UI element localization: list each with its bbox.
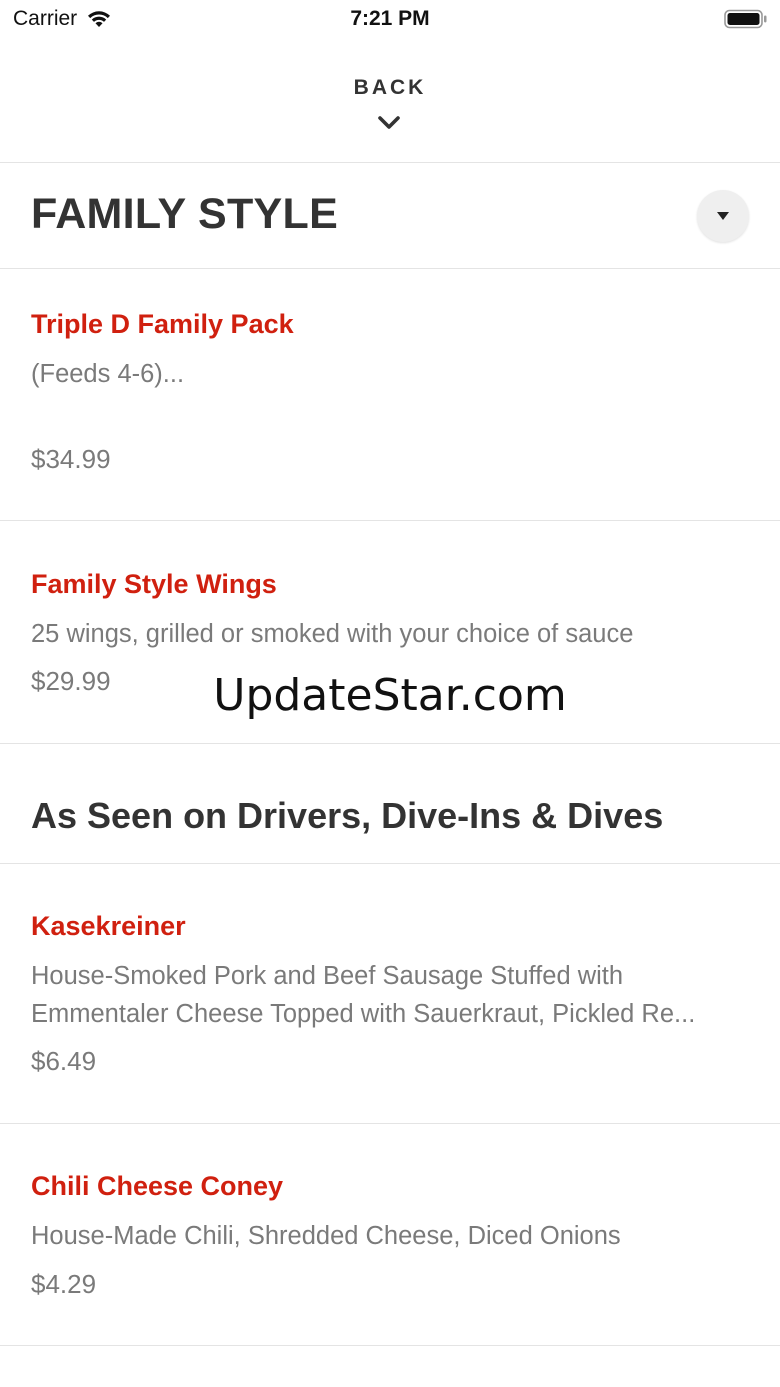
caret-down-icon [717, 212, 729, 220]
item-description-line: House-Smoked Pork and Beef Sausage Stuff… [31, 962, 624, 990]
item-name[interactable]: Chili Cheese Coney [31, 1171, 283, 1202]
item-name[interactable]: Triple D Family Pack [31, 309, 294, 340]
divider [0, 520, 780, 521]
battery-icon [724, 9, 767, 29]
chevron-down-icon [378, 116, 400, 129]
item-description: House-Smoked Pork and Beef Sausage Stuff… [31, 957, 746, 1033]
item-name[interactable]: Family Style Wings [31, 569, 277, 600]
back-label: BACK [353, 76, 427, 99]
item-description: 25 wings, grilled or smoked with your ch… [31, 620, 634, 648]
item-price: $6.49 [31, 1046, 97, 1076]
item-price: $4.29 [31, 1269, 97, 1299]
item-description-line: Emmentaler Cheese Topped with Sauerkraut… [31, 1000, 696, 1028]
divider [0, 162, 780, 163]
item-description: House-Made Chili, Shredded Cheese, Diced… [31, 1222, 621, 1250]
divider [0, 268, 780, 269]
status-time: 7:21 PM [350, 7, 430, 30]
watermark: UpdateStar.com [213, 670, 567, 721]
item-name[interactable]: Kasekreiner [31, 911, 186, 942]
divider [0, 863, 780, 864]
item-description: (Feeds 4-6)... [31, 360, 185, 388]
divider [0, 743, 780, 744]
section-title: FAMILY STYLE [31, 190, 339, 238]
divider [0, 1345, 780, 1346]
divider [0, 1123, 780, 1124]
status-bar: Carrier 7:21 PM [0, 0, 780, 40]
back-button[interactable]: BACK [0, 62, 780, 162]
section-dropdown-button[interactable] [697, 190, 749, 242]
subsection-title: As Seen on Drivers, Dive-Ins & Dives [31, 795, 664, 836]
item-price: $34.99 [31, 444, 111, 474]
